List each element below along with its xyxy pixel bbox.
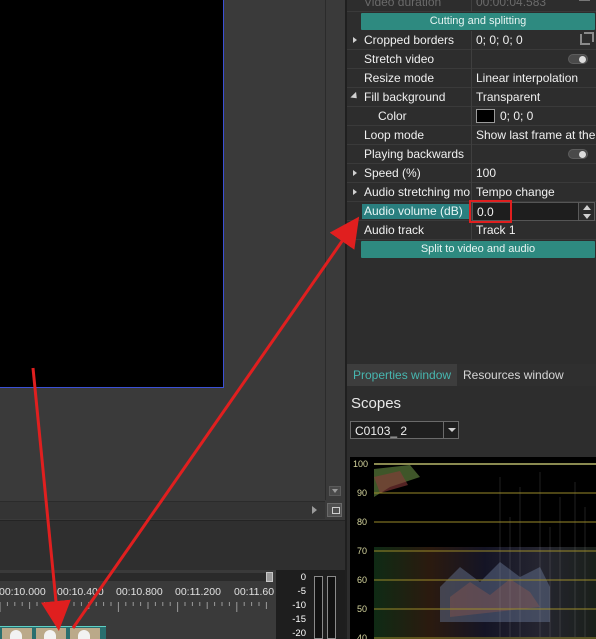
property-name: Resize mode xyxy=(364,71,435,85)
timeline-scroll-track[interactable] xyxy=(0,573,268,581)
property-row-fill-background[interactable]: Fill background Transparent xyxy=(347,88,596,107)
tab-properties-window[interactable]: Properties window xyxy=(347,364,457,386)
scope-scale-label: 70 xyxy=(357,546,367,556)
scope-scale-label: 40 xyxy=(357,633,367,639)
property-row-resize-mode[interactable]: Resize mode Linear interpolation xyxy=(347,69,596,88)
property-name: Cropped borders xyxy=(364,33,455,47)
property-value[interactable]: Transparent xyxy=(471,88,596,107)
color-value-text: 0; 0; 0 xyxy=(500,109,534,123)
ruler-label: 00:10.000 xyxy=(0,586,46,598)
tab-resources-window[interactable]: Resources window xyxy=(457,364,596,386)
audio-level-meter: 0 -5 -10 -15 -20 xyxy=(276,570,345,639)
scopes-panel: Scopes C0103_ 2 100 90 80 70 60 50 40 xyxy=(347,386,596,639)
meter-bar-left xyxy=(314,576,323,639)
highlight-annotation-box xyxy=(469,200,512,223)
meter-scale: 0 -5 -10 -15 -20 xyxy=(280,570,306,639)
scroll-right-arrow-icon[interactable] xyxy=(309,505,321,517)
property-name: Color xyxy=(378,109,407,123)
cutting-and-splitting-button[interactable]: Cutting and splitting xyxy=(361,13,595,30)
reset-icon[interactable] xyxy=(579,0,590,1)
ruler-label: 00:11.200 xyxy=(175,586,221,598)
volume-stepper[interactable] xyxy=(578,202,595,221)
scope-scale-label: 80 xyxy=(357,517,367,527)
property-name: Speed (%) xyxy=(364,166,421,180)
property-row-speed[interactable]: Speed (%) 100 xyxy=(347,164,596,183)
fit-view-icon[interactable] xyxy=(327,503,342,517)
property-row-color[interactable]: Color 0; 0; 0 xyxy=(347,107,596,126)
property-row-audio-track[interactable]: Audio track Track 1 xyxy=(347,221,596,240)
horizontal-scrollbar[interactable] xyxy=(0,501,325,519)
panel-tabs: Properties window Resources window xyxy=(347,364,596,386)
property-value[interactable]: Track 1 xyxy=(471,221,596,240)
color-swatch[interactable] xyxy=(476,109,495,123)
ruler-labels: 00:10.000 00:10.400 00:10.800 00:11.200 … xyxy=(0,584,276,600)
property-name: Fill background xyxy=(364,90,446,104)
timeline-toolbar xyxy=(0,520,345,570)
ruler-label: 00:11.60 xyxy=(234,586,275,598)
ruler-label: 00:10.800 xyxy=(116,586,163,598)
scroll-down-arrow-icon[interactable] xyxy=(329,486,341,496)
meter-label: -10 xyxy=(292,600,306,611)
expand-arrow-icon[interactable] xyxy=(351,187,359,197)
stepper-down-icon[interactable] xyxy=(583,214,591,219)
property-name: Audio stretching mo xyxy=(364,185,471,199)
property-value[interactable]: 100 xyxy=(471,164,596,183)
scope-scale-label: 90 xyxy=(357,488,367,498)
property-row-playing-backwards[interactable]: Playing backwards xyxy=(347,145,596,164)
expand-arrow-icon[interactable] xyxy=(351,35,359,45)
scope-scale-label: 60 xyxy=(357,575,367,585)
property-value[interactable]: 0; 0; 0 xyxy=(471,107,596,126)
property-value: 00:00:04.583 xyxy=(471,0,596,12)
preview-pane: 00:10.000 00:10.400 00:10.800 00:11.200 … xyxy=(0,0,345,639)
property-name: Audio track xyxy=(364,223,425,237)
chevron-down-icon[interactable] xyxy=(443,422,458,438)
property-row-video-duration: Video duration 00:00:04.583 xyxy=(347,0,596,12)
scopes-title: Scopes xyxy=(351,395,402,412)
timeline-scroll-handle[interactable] xyxy=(266,572,273,582)
stepper-up-icon[interactable] xyxy=(583,205,591,210)
stretch-video-toggle[interactable] xyxy=(568,54,588,64)
property-row-stretch-video[interactable]: Stretch video xyxy=(347,50,596,69)
meter-bar-right xyxy=(327,576,336,639)
expand-arrow-icon[interactable] xyxy=(351,168,359,178)
property-row-cropped-borders[interactable]: Cropped borders 0; 0; 0; 0 xyxy=(347,31,596,50)
meter-label: -5 xyxy=(297,586,306,597)
property-name: Audio volume (dB) xyxy=(362,204,470,219)
ruler-ticks xyxy=(0,602,267,612)
clip-thumbnail xyxy=(70,628,100,639)
split-to-video-and-audio-button[interactable]: Split to video and audio xyxy=(361,241,595,258)
meter-label: 0 xyxy=(300,572,306,583)
clip-thumbnail xyxy=(2,628,32,639)
waveform-scope-graphic: 100 90 80 70 60 50 40 xyxy=(350,457,596,639)
waveform-scope-view: 100 90 80 70 60 50 40 xyxy=(350,457,596,639)
crop-icon[interactable] xyxy=(580,32,594,45)
playing-backwards-toggle[interactable] xyxy=(568,149,588,159)
property-value[interactable]: Linear interpolation xyxy=(471,69,596,88)
collapse-arrow-icon[interactable] xyxy=(351,92,359,102)
property-name: Video duration xyxy=(364,0,442,9)
meter-label: -20 xyxy=(292,628,306,639)
clip-select-dropdown[interactable]: C0103_ 2 xyxy=(350,421,459,439)
properties-panel: Video duration 00:00:04.583 Cutting and … xyxy=(347,0,596,364)
property-name: Stretch video xyxy=(364,52,435,66)
ruler-label: 00:10.400 xyxy=(57,586,104,598)
clip-select-value: C0103_ 2 xyxy=(355,424,408,438)
property-row-loop-mode[interactable]: Loop mode Show last frame at the xyxy=(347,126,596,145)
video-clip-thumbnail-strip[interactable] xyxy=(0,626,106,639)
clip-thumbnail xyxy=(36,628,66,639)
property-name: Playing backwards xyxy=(364,147,465,161)
video-preview-canvas xyxy=(0,0,224,388)
scope-scale-label: 50 xyxy=(357,604,367,614)
vertical-scrollbar[interactable] xyxy=(325,0,343,500)
property-value[interactable]: 0; 0; 0; 0 xyxy=(471,31,596,50)
scope-scale-label: 100 xyxy=(353,459,368,469)
property-name: Loop mode xyxy=(364,128,425,142)
property-value[interactable]: Show last frame at the xyxy=(471,126,596,145)
meter-label: -15 xyxy=(292,614,306,625)
